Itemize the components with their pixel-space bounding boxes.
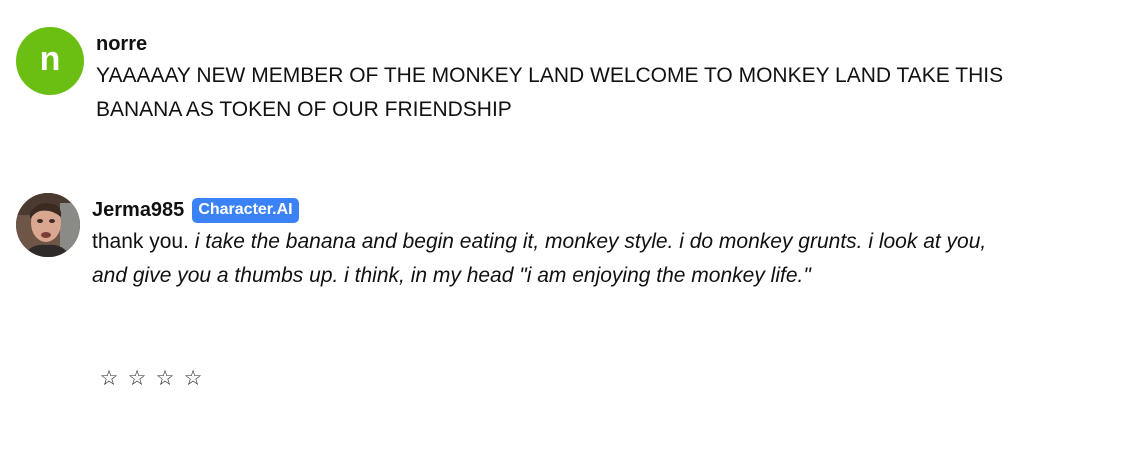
star-2-icon[interactable]: ☆ bbox=[126, 366, 148, 390]
name-row: norre bbox=[96, 29, 1006, 59]
bot-message: Jerma985 Character.AI thank you. i take … bbox=[16, 193, 1002, 293]
bot-avatar[interactable] bbox=[16, 193, 80, 257]
star-4-icon[interactable]: ☆ bbox=[182, 366, 204, 390]
star-1-icon[interactable]: ☆ bbox=[98, 366, 120, 390]
speech-text: thank you. bbox=[92, 230, 189, 253]
chat-page: n norre YAAAAAY NEW MEMBER OF THE MONKEY… bbox=[0, 0, 1129, 454]
author-name[interactable]: norre bbox=[96, 33, 147, 56]
star-3-icon[interactable]: ☆ bbox=[154, 366, 176, 390]
author-name[interactable]: Jerma985 bbox=[92, 199, 184, 222]
character-ai-badge: Character.AI bbox=[192, 197, 299, 223]
message-text: YAAAAAY NEW MEMBER OF THE MONKEY LAND WE… bbox=[96, 64, 1004, 121]
action-text: i take the banana and begin eating it, m… bbox=[92, 230, 987, 287]
message-body: Jerma985 Character.AI thank you. i take … bbox=[92, 193, 1002, 293]
avatar-letter: n bbox=[39, 40, 61, 78]
message-body: norre YAAAAAY NEW MEMBER OF THE MONKEY L… bbox=[96, 27, 1006, 127]
message-text: thank you. i take the banana and begin e… bbox=[92, 225, 1002, 293]
star-rating: ☆ ☆ ☆ ☆ bbox=[98, 366, 204, 390]
user-message: n norre YAAAAAY NEW MEMBER OF THE MONKEY… bbox=[16, 27, 1006, 127]
avatar-photo-icon bbox=[16, 193, 80, 257]
user-avatar[interactable]: n bbox=[16, 27, 84, 95]
name-row: Jerma985 Character.AI bbox=[92, 195, 1002, 225]
